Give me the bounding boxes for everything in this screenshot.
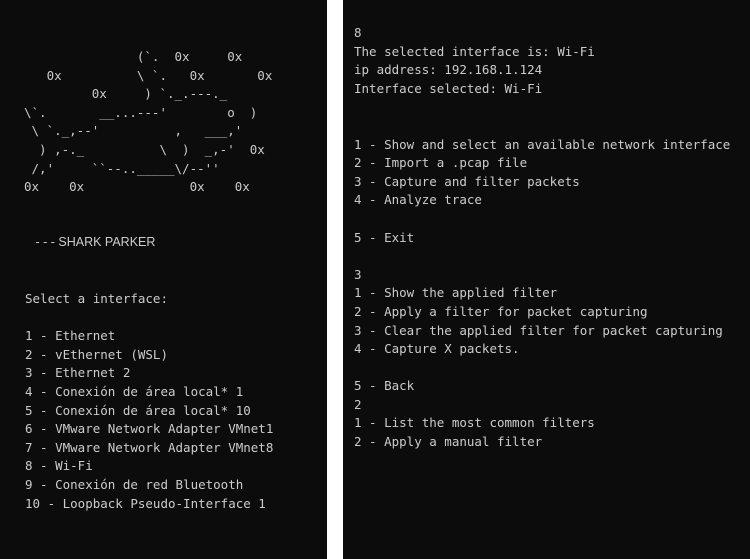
capture-menu-option: 4 - Capture X packets. <box>354 341 520 357</box>
interface-option: 9 - Conexión de red Bluetooth <box>25 476 244 492</box>
main-menu-option: 1 - Show and select an available network… <box>354 136 731 152</box>
interface-option: 1 - Ethernet <box>25 328 116 344</box>
user-input: 8 <box>354 25 362 40</box>
user-input: 3 <box>354 266 362 282</box>
right-terminal-pane: 8 The selected interface is: Wi-Fi ip ad… <box>343 0 750 559</box>
back-option: 5 - Back <box>354 378 415 394</box>
app-title: - - - SHARK PARKER <box>32 235 156 249</box>
filter-menu-option: 2 - Apply a manual filter <box>354 434 543 450</box>
interface-selected-line: Interface selected: Wi-Fi <box>354 80 543 96</box>
capture-menu-option: 2 - Apply a filter for packet capturing <box>354 303 648 319</box>
interface-option: 10 - Loopback Pseudo-Interface 1 <box>25 495 266 511</box>
interface-option: 7 - VMware Network Adapter VMnet8 <box>25 439 274 455</box>
interface-option: 8 - Wi-Fi <box>25 458 93 474</box>
interface-option: 2 - vEthernet (WSL) <box>25 346 168 362</box>
exit-option: 5 - Exit <box>354 229 415 245</box>
interface-option: 4 - Conexión de área local* 1 <box>25 383 244 399</box>
main-menu-option: 3 - Capture and filter packets <box>354 173 580 189</box>
selected-interface-line: The selected interface is: Wi-Fi <box>354 43 595 59</box>
user-input: 2 <box>354 396 362 412</box>
main-menu-option: 4 - Analyze trace <box>354 192 482 208</box>
terminal-output: 8 The selected interface is: Wi-Fi ip ad… <box>354 24 730 452</box>
shark-ascii-art: (`. 0x 0x 0x \ `. 0x 0x 0x ) `._.---._ \… <box>24 49 273 195</box>
interface-selection: Select a interface: 1 - Ethernet 2 - vEt… <box>25 290 273 513</box>
capture-menu-option: 3 - Clear the applied filter for packet … <box>354 322 723 338</box>
ip-address-line: ip address: 192.168.1.124 <box>354 62 543 78</box>
capture-menu-option: 1 - Show the applied filter <box>354 285 558 301</box>
interface-option: 3 - Ethernet 2 <box>25 365 131 381</box>
interface-option: 5 - Conexión de área local* 10 <box>25 402 251 418</box>
filter-menu-option: 1 - List the most common filters <box>354 415 595 431</box>
select-interface-prompt: Select a interface: <box>25 291 168 306</box>
interface-option: 6 - VMware Network Adapter VMnet1 <box>25 421 274 437</box>
main-menu-option: 2 - Import a .pcap file <box>354 155 528 171</box>
left-terminal-pane: (`. 0x 0x 0x \ `. 0x 0x 0x ) `._.---._ \… <box>0 0 327 559</box>
